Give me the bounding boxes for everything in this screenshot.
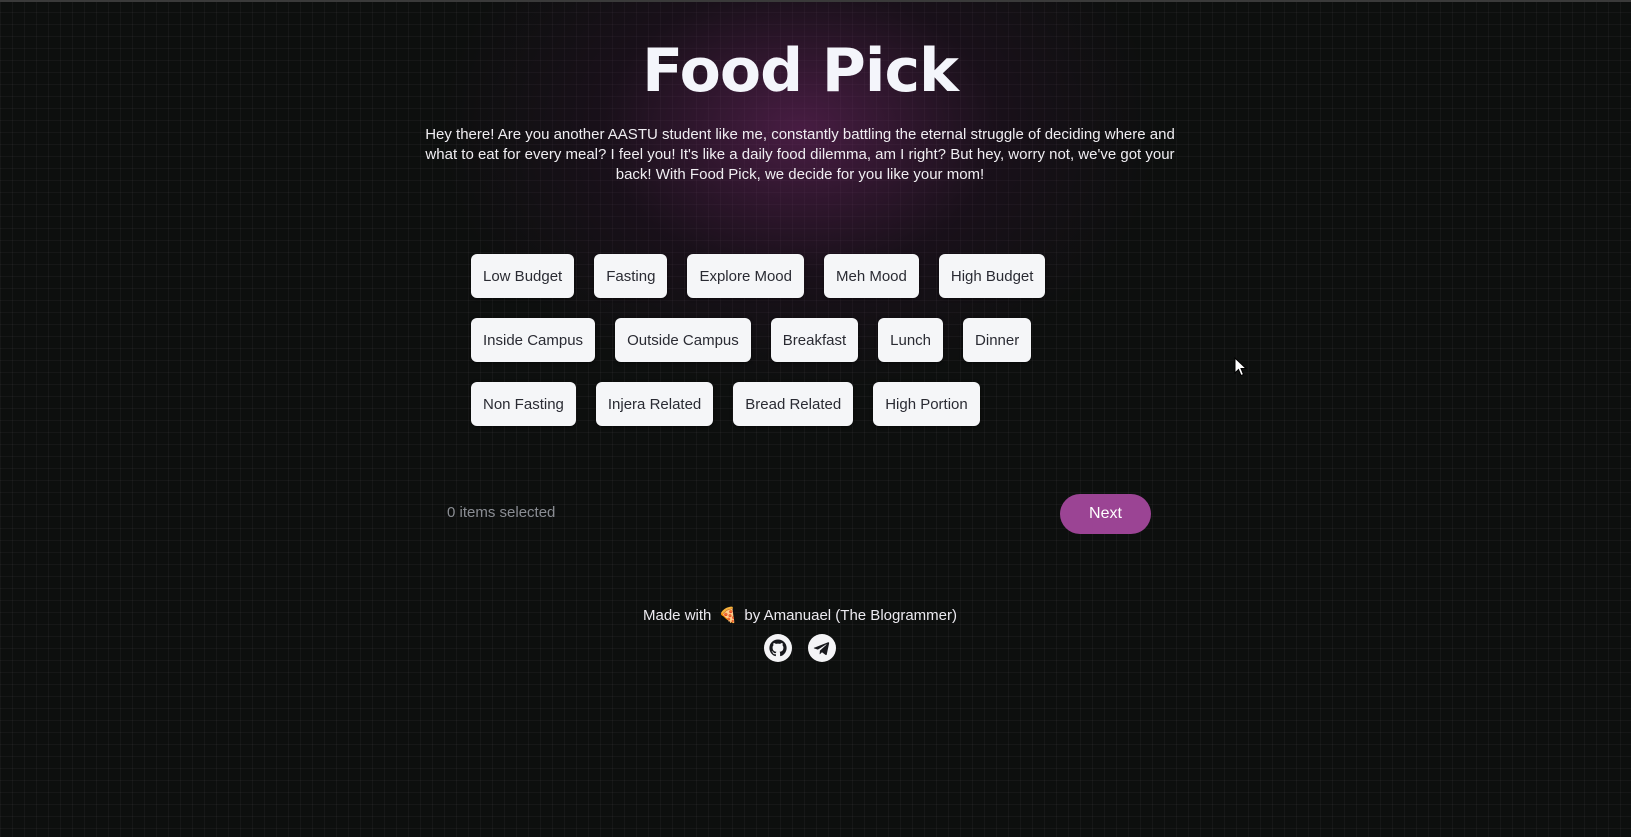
pizza-icon: 🍕 <box>718 607 738 624</box>
chip-high-portion[interactable]: High Portion <box>873 382 980 426</box>
chip-injera-related[interactable]: Injera Related <box>595 382 714 426</box>
chip-outside-campus[interactable]: Outside Campus <box>615 318 751 362</box>
next-button[interactable]: Next <box>1060 494 1151 534</box>
chip-high-budget[interactable]: High Budget <box>938 254 1046 298</box>
chip-row-1: Low Budget Fasting Explore Mood Meh Mood… <box>471 254 1111 298</box>
telegram-icon[interactable] <box>808 634 836 662</box>
window-top-border <box>0 0 1631 2</box>
social-links <box>764 634 836 662</box>
chip-row-3: Non Fasting Injera Related Bread Related… <box>471 382 1111 426</box>
filter-chips: Low Budget Fasting Explore Mood Meh Mood… <box>471 254 1111 446</box>
chip-breakfast[interactable]: Breakfast <box>770 318 859 362</box>
chip-meh-mood[interactable]: Meh Mood <box>824 254 919 298</box>
footer-credit: Made with 🍕 by Amanuael (The Blogrammer) <box>0 606 1600 624</box>
chip-dinner[interactable]: Dinner <box>963 318 1032 362</box>
selected-count: 0 items selected <box>447 504 556 521</box>
chip-low-budget[interactable]: Low Budget <box>471 254 575 298</box>
page-title: Food Pick <box>642 36 959 106</box>
chip-non-fasting[interactable]: Non Fasting <box>471 382 576 426</box>
chip-fasting[interactable]: Fasting <box>594 254 668 298</box>
made-with-text: Made with <box>643 607 712 624</box>
chip-bread-related[interactable]: Bread Related <box>733 382 854 426</box>
github-icon[interactable] <box>764 634 792 662</box>
author-credit: by Amanuael (The Blogrammer) <box>744 607 957 624</box>
chip-explore-mood[interactable]: Explore Mood <box>687 254 804 298</box>
chip-inside-campus[interactable]: Inside Campus <box>471 318 596 362</box>
chip-lunch[interactable]: Lunch <box>878 318 944 362</box>
intro-text: Hey there! Are you another AASTU student… <box>425 126 1175 183</box>
chip-row-2: Inside Campus Outside Campus Breakfast L… <box>471 318 1111 362</box>
mouse-cursor-icon <box>1234 357 1248 377</box>
